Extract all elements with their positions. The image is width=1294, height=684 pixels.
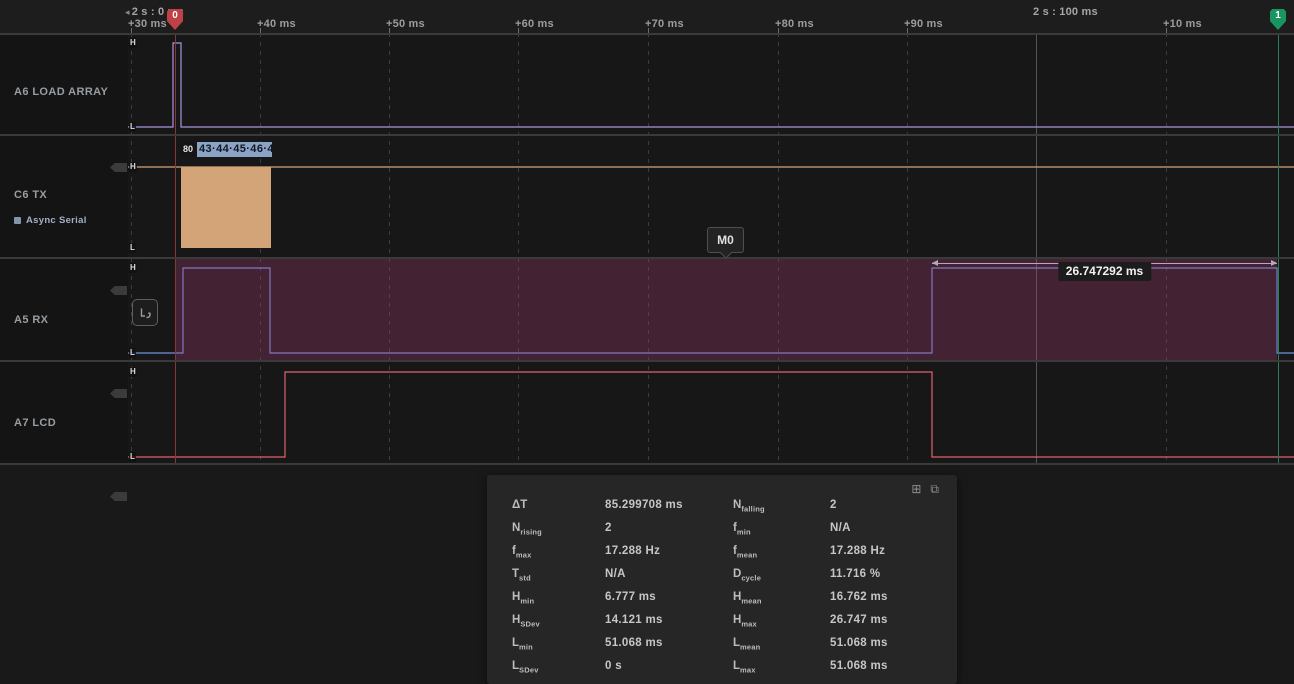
measure-value: 16.762 ms — [830, 591, 957, 603]
channel-label-a7[interactable]: A7 LCD — [14, 417, 56, 429]
timeline-tick-label: +70 ms — [645, 18, 684, 30]
level-label-low: L — [129, 122, 136, 132]
level-label-low: L — [129, 452, 136, 462]
measure-value: N/A — [830, 522, 957, 534]
timeline-tick-label: +10 ms — [1163, 18, 1202, 30]
analyzer-label: Async Serial — [26, 215, 87, 226]
level-label-low: L — [129, 243, 136, 253]
measurement-row: ΔT 85.299708 ms Nfalling 2 — [512, 499, 957, 522]
measure-value: 6.777 ms — [605, 591, 733, 603]
measure-label: ΔT — [512, 499, 527, 511]
level-label-low: L — [129, 348, 136, 358]
gridline — [778, 33, 779, 465]
measure-value: 85.299708 ms — [605, 499, 733, 511]
export-icon[interactable]: ⊞ — [911, 482, 921, 496]
timing-marker-0-line — [175, 29, 176, 465]
duration-label: 26.747292 ms — [1058, 262, 1151, 281]
gridline — [260, 33, 261, 465]
gridline — [389, 33, 390, 465]
measurement-row: Hmin 6.777 ms Hmean 16.762 ms — [512, 591, 957, 614]
channel-label-a6[interactable]: A6 LOAD ARRAY — [14, 86, 108, 98]
measure-value: N/A — [605, 568, 733, 580]
measure-value: 26.747 ms — [830, 614, 957, 626]
timeline-tick-label: +50 ms — [386, 18, 425, 30]
measurement-row: Tstd N/A Dcycle 11.716 % — [512, 568, 957, 591]
level-label-high: H — [129, 38, 137, 48]
gridline — [518, 33, 519, 465]
row-separator[interactable] — [0, 463, 1294, 465]
row-resize-handle[interactable] — [110, 389, 127, 398]
measure-value: 14.121 ms — [605, 614, 733, 626]
measurement-row: Nrising 2 fmin N/A — [512, 522, 957, 545]
timeline-tick-label: +80 ms — [775, 18, 814, 30]
row-separator — [0, 33, 1294, 35]
pulse-undo-icon — [137, 305, 153, 321]
measure-value: 2 — [830, 499, 957, 511]
measurement-marker-m0[interactable]: M0 — [707, 227, 744, 253]
level-label-high: H — [129, 263, 137, 273]
measure-label: L — [512, 660, 519, 672]
measurement-row: fmax 17.288 Hz fmean 17.288 Hz — [512, 545, 957, 568]
gridline — [1036, 28, 1037, 465]
measurement-row: HSDev 14.121 ms Hmax 26.747 ms — [512, 614, 957, 637]
gridline — [1166, 33, 1167, 465]
measure-value: 11.716 % — [830, 568, 957, 580]
measure-value: 17.288 Hz — [830, 545, 957, 557]
timeline-tick-label: +30 ms — [128, 18, 167, 30]
measurement-row: LSDev 0 s Lmax 51.068 ms — [512, 660, 957, 683]
measure-value: 51.068 ms — [605, 637, 733, 649]
gridline — [907, 33, 908, 465]
copy-icon[interactable]: ⧉ — [930, 482, 939, 496]
measure-value: 0 s — [605, 660, 733, 672]
logic-analyzer-app: H L H L H L H L 26.747292 ms 80 43·44·45… — [0, 0, 1294, 684]
serial-byte-count-badge: 80 — [180, 142, 196, 157]
timing-marker-1-line — [1278, 29, 1279, 465]
measure-label: L — [733, 660, 740, 672]
row-separator[interactable] — [0, 360, 1294, 362]
measure-value: 51.068 ms — [830, 660, 957, 672]
measure-value: 2 — [605, 522, 733, 534]
channel-label-c6[interactable]: C6 TX — [14, 189, 47, 201]
measure-label: L — [733, 637, 740, 649]
level-label-high: H — [129, 162, 137, 172]
row-resize-handle[interactable] — [110, 286, 127, 295]
measure-label: T — [512, 568, 519, 580]
measure-value: 51.068 ms — [830, 637, 957, 649]
timeline-tick-label: +90 ms — [904, 18, 943, 30]
channel-sidebar: A6 LOAD ARRAY C6 TX Async Serial A5 RX A… — [0, 33, 128, 465]
timeline-tick-label: +60 ms — [515, 18, 554, 30]
row-separator[interactable] — [0, 257, 1294, 259]
analyzer-chip-async-serial[interactable]: Async Serial — [14, 215, 87, 226]
measurement-panel: ⊞ ⧉ ΔT 85.299708 ms Nfalling 2 Nrising 2… — [487, 475, 957, 684]
measure-value: 17.288 Hz — [605, 545, 733, 557]
analyzer-color-swatch-icon — [14, 217, 21, 224]
measure-label: L — [512, 637, 519, 649]
level-label-high: H — [129, 367, 137, 377]
row-resize-handle[interactable] — [110, 163, 127, 172]
serial-data-annotation: 80 43·44·45·46·4 — [180, 141, 272, 158]
timing-marker-0[interactable]: 0 — [167, 9, 183, 30]
channel-label-a5[interactable]: A5 RX — [14, 314, 48, 326]
timeline-absolute-label: 2 s : 100 ms — [1033, 6, 1098, 18]
timing-marker-1[interactable]: 1 — [1270, 9, 1286, 30]
timeline-tick-label: +40 ms — [257, 18, 296, 30]
measurement-row: Lmin 51.068 ms Lmean 51.068 ms — [512, 637, 957, 660]
origin-arrow-icon: ◂ — [125, 7, 130, 17]
serial-bytes-text: 43·44·45·46·4 — [197, 142, 272, 157]
measurement-tool-button[interactable] — [132, 299, 158, 326]
gridline — [648, 33, 649, 465]
row-separator[interactable] — [0, 134, 1294, 136]
timeline-ruler[interactable]: 0 1 +30 ms +40 ms +50 ms +60 ms +70 ms +80 ms… — [0, 0, 1294, 33]
